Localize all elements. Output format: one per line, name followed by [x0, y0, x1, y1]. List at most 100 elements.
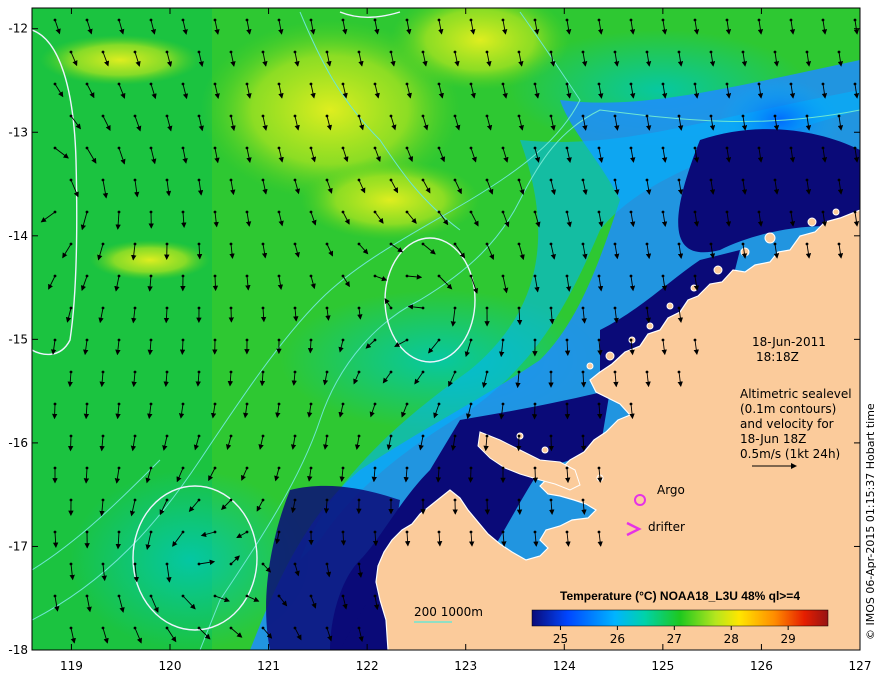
- velocity-origin-dot: [85, 82, 89, 86]
- velocity-origin-dot: [85, 18, 89, 22]
- velocity-origin-dot: [357, 434, 361, 438]
- velocity-origin-dot: [645, 178, 649, 182]
- velocity-origin-dot: [517, 434, 521, 438]
- velocity-origin-dot: [277, 18, 281, 22]
- velocity-origin-dot: [309, 530, 313, 534]
- velocity-origin-dot: [277, 274, 281, 278]
- velocity-origin-dot: [181, 146, 185, 150]
- velocity-origin-dot: [405, 530, 409, 534]
- velocity-origin-dot: [229, 498, 233, 502]
- drifter-label: drifter: [648, 520, 685, 534]
- velocity-origin-dot: [501, 466, 505, 470]
- velocity-origin-dot: [629, 338, 633, 342]
- velocity-origin-dot: [741, 242, 745, 246]
- velocity-origin-dot: [325, 50, 329, 54]
- velocity-origin-dot: [197, 242, 201, 246]
- velocity-origin-dot: [533, 530, 537, 534]
- velocity-origin-dot: [629, 274, 633, 278]
- velocity-origin-dot: [437, 82, 441, 86]
- velocity-origin-dot: [565, 18, 569, 22]
- velocity-origin-dot: [597, 274, 601, 278]
- map-plot-area: [32, 8, 860, 650]
- velocity-origin-dot: [85, 338, 89, 342]
- velocity-origin-dot: [149, 466, 153, 470]
- velocity-origin-dot: [101, 370, 105, 374]
- velocity-origin-dot: [709, 242, 713, 246]
- warm-water-patch: [90, 240, 210, 280]
- velocity-origin-dot: [405, 82, 409, 86]
- y-tick-label: -18: [8, 643, 28, 657]
- velocity-origin-dot: [405, 210, 409, 214]
- velocity-origin-dot: [389, 114, 393, 118]
- velocity-origin-dot: [405, 338, 409, 342]
- velocity-origin-dot: [517, 306, 521, 310]
- velocity-origin-dot: [293, 50, 297, 54]
- velocity-origin-dot: [789, 210, 793, 214]
- velocity-origin-dot: [181, 210, 185, 214]
- velocity-origin-dot: [533, 18, 537, 22]
- velocity-origin-dot: [197, 434, 201, 438]
- velocity-origin-dot: [757, 146, 761, 150]
- velocity-origin-dot: [101, 498, 105, 502]
- velocity-origin-dot: [245, 146, 249, 150]
- velocity-origin-dot: [373, 146, 377, 150]
- velocity-arrow: [67, 435, 74, 452]
- velocity-origin-dot: [805, 50, 809, 54]
- x-tick-label: 121: [257, 659, 280, 673]
- velocity-origin-dot: [789, 82, 793, 86]
- velocity-origin-dot: [581, 114, 585, 118]
- velocity-origin-dot: [245, 466, 249, 470]
- y-tick-label: -15: [8, 332, 28, 346]
- velocity-origin-dot: [693, 210, 697, 214]
- velocity-origin-dot: [245, 402, 249, 406]
- velocity-origin-dot: [85, 594, 89, 598]
- velocity-origin-dot: [69, 178, 73, 182]
- velocity-origin-dot: [245, 274, 249, 278]
- velocity-origin-dot: [709, 50, 713, 54]
- velocity-origin-dot: [357, 114, 361, 118]
- velocity-origin-dot: [133, 626, 137, 630]
- velocity-origin-dot: [165, 498, 169, 502]
- velocity-origin-dot: [517, 178, 521, 182]
- velocity-origin-dot: [373, 18, 377, 22]
- velocity-origin-dot: [117, 402, 121, 406]
- velocity-origin-dot: [197, 306, 201, 310]
- velocity-origin-dot: [357, 242, 361, 246]
- velocity-origin-dot: [373, 530, 377, 534]
- velocity-origin-dot: [469, 530, 473, 534]
- velocity-origin-dot: [325, 498, 329, 502]
- velocity-origin-dot: [501, 146, 505, 150]
- velocity-origin-dot: [453, 498, 457, 502]
- velocity-origin-dot: [85, 274, 89, 278]
- velocity-origin-dot: [197, 370, 201, 374]
- velocity-origin-dot: [245, 594, 249, 598]
- velocity-origin-dot: [277, 146, 281, 150]
- velocity-origin-dot: [117, 18, 121, 22]
- velocity-origin-dot: [501, 402, 505, 406]
- velocity-origin-dot: [117, 274, 121, 278]
- description-line: and velocity for: [740, 417, 834, 431]
- description-line: 18-Jun 18Z: [740, 432, 806, 446]
- description-line: (0.1m contours): [740, 402, 836, 416]
- sst-map-figure: 119 120 121 122 123 124 125 126 127 -12 -13 -14 -15…: [8, 7, 877, 673]
- velocity-origin-dot: [341, 530, 345, 534]
- velocity-origin-dot: [85, 210, 89, 214]
- velocity-origin-dot: [773, 242, 777, 246]
- velocity-origin-dot: [453, 242, 457, 246]
- velocity-origin-dot: [613, 306, 617, 310]
- velocity-origin-dot: [149, 594, 153, 598]
- velocity-origin-dot: [613, 50, 617, 54]
- velocity-origin-dot: [149, 18, 153, 22]
- velocity-origin-dot: [149, 274, 153, 278]
- velocity-origin-dot: [133, 178, 137, 182]
- velocity-origin-dot: [373, 338, 377, 342]
- velocity-origin-dot: [309, 274, 313, 278]
- velocity-origin-dot: [389, 50, 393, 54]
- velocity-origin-dot: [469, 338, 473, 342]
- velocity-origin-dot: [325, 242, 329, 246]
- velocity-origin-dot: [405, 274, 409, 278]
- velocity-origin-dot: [325, 562, 329, 566]
- velocity-origin-dot: [181, 82, 185, 86]
- velocity-arrow: [531, 403, 538, 420]
- velocity-origin-dot: [821, 18, 825, 22]
